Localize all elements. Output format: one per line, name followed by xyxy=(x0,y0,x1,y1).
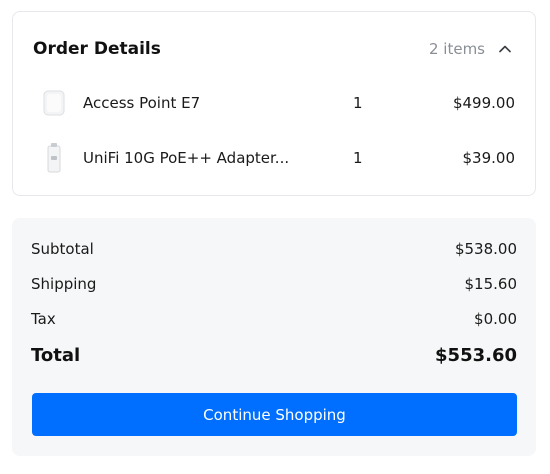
order-item-row: UniFi 10G PoE++ Adapter... 1 $39.00 xyxy=(41,140,515,176)
item-name: UniFi 10G PoE++ Adapter... xyxy=(83,149,290,167)
total-row: Total $553.60 xyxy=(31,345,517,366)
tax-row: Tax $0.00 xyxy=(31,310,517,328)
subtotal-row: Subtotal $538.00 xyxy=(31,240,517,258)
order-item-row: Access Point E7 1 $499.00 xyxy=(41,85,515,121)
total-value: $553.60 xyxy=(435,345,517,366)
tax-value: $0.00 xyxy=(474,310,517,328)
shipping-label: Shipping xyxy=(31,275,97,293)
subtotal-label: Subtotal xyxy=(31,240,94,258)
order-details-card: Order Details 2 items Access Point E7 1 … xyxy=(12,11,536,196)
item-quantity: 1 xyxy=(353,149,363,167)
tax-label: Tax xyxy=(31,310,56,328)
item-name: Access Point E7 xyxy=(83,94,201,112)
chevron-up-icon xyxy=(499,45,511,53)
item-price: $39.00 xyxy=(462,149,516,167)
items-toggle[interactable]: 2 items xyxy=(429,40,513,58)
continue-shopping-button[interactable]: Continue Shopping xyxy=(32,393,517,436)
shipping-row: Shipping $15.60 xyxy=(31,275,517,293)
total-label: Total xyxy=(31,345,81,366)
order-summary-card: Subtotal $538.00 Shipping $15.60 Tax $0.… xyxy=(12,218,536,456)
item-quantity: 1 xyxy=(353,94,363,112)
poe-adapter-thumbnail xyxy=(41,141,67,175)
subtotal-value: $538.00 xyxy=(454,240,517,258)
shipping-value: $15.60 xyxy=(464,275,518,293)
items-count: 2 items xyxy=(428,40,485,58)
order-details-header: Order Details 2 items xyxy=(33,36,513,62)
item-price: $499.00 xyxy=(452,94,515,112)
order-details-title: Order Details xyxy=(33,39,161,59)
access-point-thumbnail xyxy=(41,86,67,120)
